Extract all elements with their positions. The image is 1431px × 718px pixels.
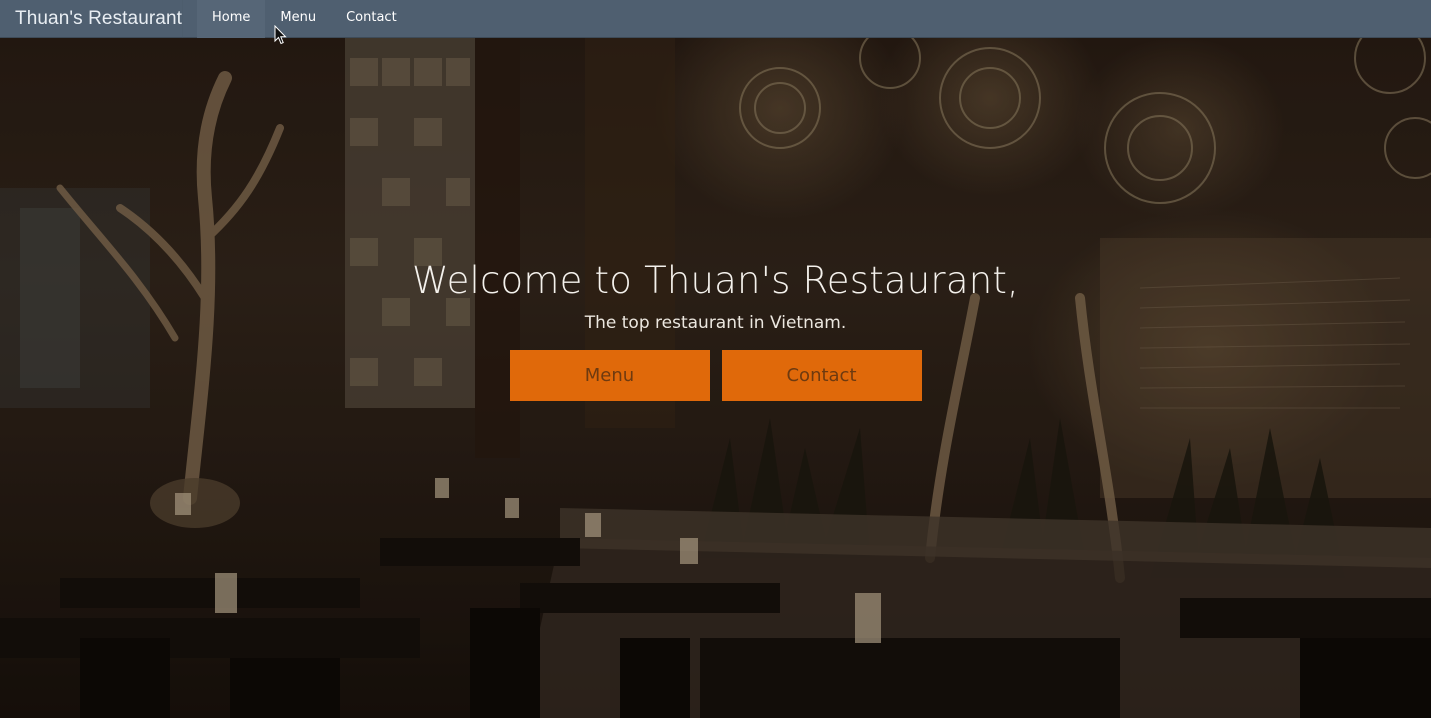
hero-subtitle: The top restaurant in Vietnam. (584, 313, 847, 333)
nav-link-home[interactable]: Home (197, 0, 266, 38)
nav-links: Home Menu Contact (197, 0, 412, 38)
contact-button[interactable]: Contact (721, 350, 922, 401)
brand-logo-text[interactable]: Thuan's Restaurant (0, 8, 182, 30)
menu-button[interactable]: Menu (509, 350, 710, 401)
hero-content: Welcome to Thuan's Restaurant, The top r… (0, 258, 1431, 401)
navbar-divider (182, 0, 183, 38)
hero-buttons: Menu Contact (0, 350, 1431, 401)
nav-link-contact[interactable]: Contact (331, 0, 412, 38)
mouse-cursor-icon (274, 25, 287, 45)
hero-section: Welcome to Thuan's Restaurant, The top r… (0, 38, 1431, 718)
top-navbar: Thuan's Restaurant Home Menu Contact (0, 0, 1431, 38)
hero-title: Welcome to Thuan's Restaurant, (411, 259, 1020, 302)
